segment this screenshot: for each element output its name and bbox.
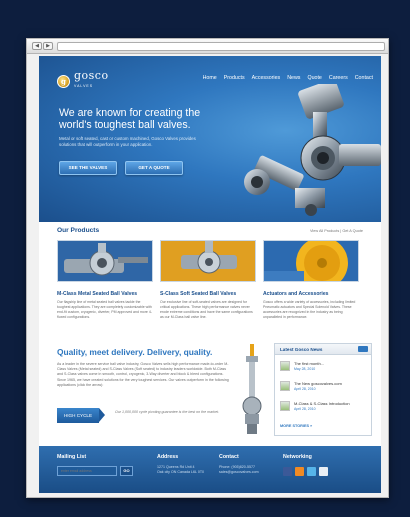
rss-feed-icon[interactable] — [295, 467, 304, 476]
nav-products[interactable]: Products — [224, 75, 245, 81]
news-title[interactable]: The first month... — [294, 361, 324, 366]
hero-description: Metal or soft seated, cast or custom mac… — [59, 136, 196, 147]
product-card-m-class[interactable]: M-Class Metal Seated Ball Valves Our fla… — [57, 240, 153, 320]
products-links[interactable]: View All Products | Get A Quote — [310, 229, 363, 233]
news-item[interactable]: The New goscovalves.com April 28, 2010 — [280, 381, 368, 396]
go-button[interactable]: GO — [120, 466, 133, 476]
nav-news[interactable]: News — [287, 75, 300, 81]
actuators-image — [264, 241, 358, 281]
more-stories-link[interactable]: MORE STORIES » — [280, 424, 312, 428]
gosco-logo[interactable]: g gosco VALVES — [57, 69, 109, 91]
product-title[interactable]: M-Class Metal Seated Ball Valves — [57, 291, 153, 297]
latest-news-panel: Latest Gosco News The first month... May… — [274, 343, 372, 436]
browser-window: ◀ ▶ g gosco VALVES Home Products Accesso… — [26, 38, 389, 498]
quality-description: As a leader in the severe service ball v… — [57, 362, 229, 387]
main-navigation: Home Products Accessories News Quote Car… — [203, 75, 373, 81]
forward-arrow-icon[interactable]: ▶ — [43, 42, 53, 50]
product-title[interactable]: Actuators and Accessories — [263, 291, 359, 297]
news-date: April 28, 2010 — [294, 387, 316, 391]
ball-valve-illustration — [244, 84, 381, 216]
contact-text: Phone: (905)820-5577 sales@goscovalves.c… — [219, 465, 259, 474]
product-description: Our flagship line of metal seated ball v… — [57, 300, 152, 319]
facebook-icon[interactable] — [283, 467, 292, 476]
address-heading: Address — [157, 454, 179, 460]
news-title[interactable]: M-Class & S-Class Introduction — [294, 401, 350, 406]
hero-title: We are known for creating the world's to… — [59, 107, 201, 131]
product-title[interactable]: S-Class Soft Seated Ball Valves — [160, 291, 256, 297]
address-bar[interactable] — [57, 42, 385, 51]
products-heading: Our Products — [57, 227, 100, 234]
product-image[interactable] — [57, 240, 153, 282]
product-card-s-class[interactable]: S-Class Soft Seated Ball Valves Our excl… — [160, 240, 256, 320]
get-quote-button[interactable]: GET A QUOTE — [125, 161, 183, 175]
news-item[interactable]: M-Class & S-Class Introduction April 28,… — [280, 401, 368, 416]
news-thumbnail — [280, 361, 290, 371]
twitter-icon[interactable] — [307, 467, 316, 476]
nav-contact[interactable]: Contact — [355, 75, 373, 81]
m-class-valve-image — [58, 241, 152, 281]
hero-banner: g gosco VALVES Home Products Accessories… — [39, 56, 381, 222]
high-cycle-button[interactable]: HIGH CYCLE — [57, 408, 99, 423]
news-thumbnail — [280, 401, 290, 411]
web-page: g gosco VALVES Home Products Accessories… — [39, 56, 381, 493]
arrow-right-icon[interactable] — [99, 408, 105, 422]
s-class-valve-image — [161, 241, 255, 281]
logo-mark-icon: g — [57, 74, 70, 88]
email-input[interactable] — [57, 466, 117, 476]
contact-heading: Contact — [219, 454, 239, 460]
vertical-valve-illustration — [242, 344, 262, 434]
nav-careers[interactable]: Careers — [329, 75, 348, 81]
nav-accessories[interactable]: Accessories — [252, 75, 281, 81]
back-arrow-icon[interactable]: ◀ — [32, 42, 42, 50]
see-valves-button[interactable]: SEE THE VALVES — [59, 161, 117, 175]
rss-icon[interactable] — [358, 346, 368, 352]
product-image[interactable] — [160, 240, 256, 282]
product-card-actuators[interactable]: Actuators and Accessories Gosco offers a… — [263, 240, 359, 320]
product-description: Gosco offers a wide variety of accessori… — [263, 300, 356, 319]
email-icon[interactable] — [319, 467, 328, 476]
product-image[interactable] — [263, 240, 359, 282]
high-cycle-caption: Our 1,000,000 cycle pivoting guarantee i… — [115, 410, 220, 414]
quality-heading: Quality, meet delivery. Delivery, qualit… — [57, 347, 213, 357]
networking-heading: Networking — [283, 454, 312, 460]
nav-quote[interactable]: Quote — [307, 75, 321, 81]
logo-text: gosco VALVES — [74, 69, 109, 88]
address-text: 1271 Queens Rd Unit 4 Oak city ON Canada… — [157, 465, 205, 474]
news-title[interactable]: The New goscovalves.com — [294, 381, 342, 386]
site-footer: Mailing List GO Address 1271 Queens Rd U… — [39, 446, 381, 493]
news-date: May 28, 2010 — [294, 367, 316, 371]
news-heading: Latest Gosco News — [275, 344, 371, 355]
mailing-list-heading: Mailing List — [57, 454, 87, 460]
news-item[interactable]: The first month... May 28, 2010 — [280, 361, 368, 376]
browser-toolbar: ◀ ▶ — [27, 39, 388, 54]
nav-home[interactable]: Home — [203, 75, 217, 81]
news-date: April 28, 2010 — [294, 407, 316, 411]
news-thumbnail — [280, 381, 290, 391]
product-description: Our exclusive line of soft-seated valves… — [160, 300, 253, 319]
